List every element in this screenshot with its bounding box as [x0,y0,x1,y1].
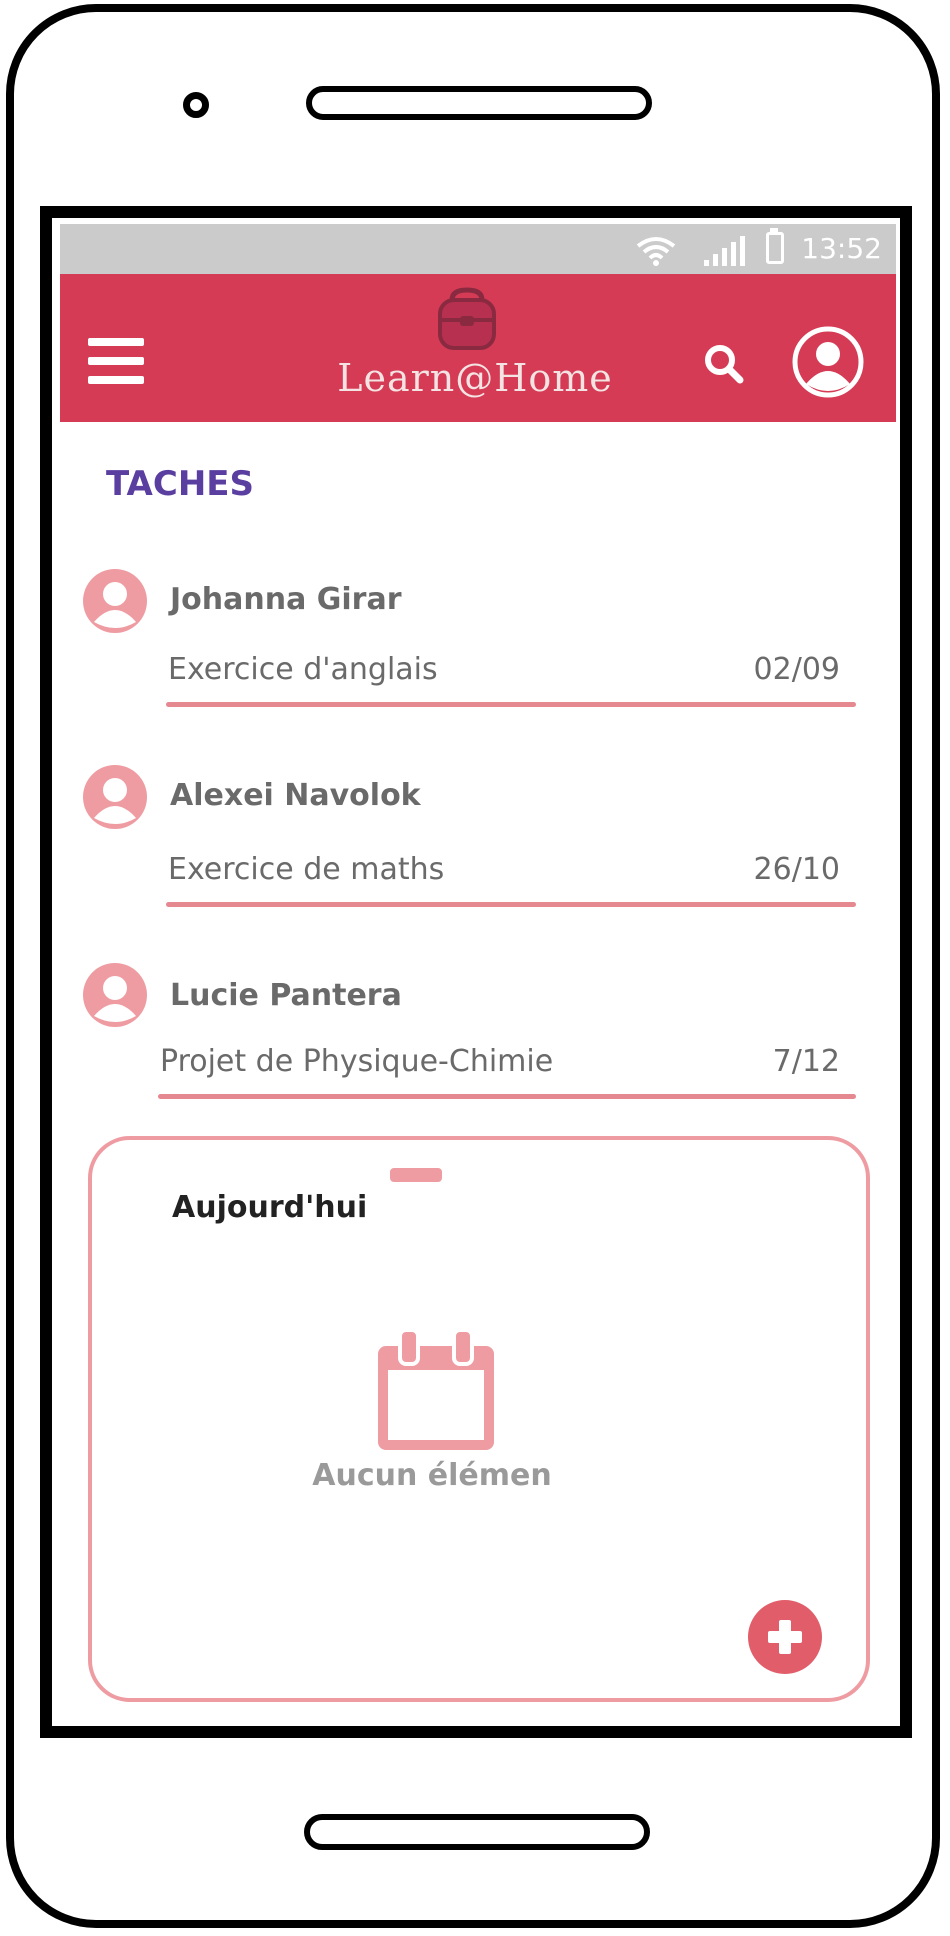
task-label: Exercice de maths [168,852,445,887]
task-student-name: Johanna Girar [170,582,402,617]
task-date: 26/10 [753,852,840,887]
earpiece-speaker [306,86,652,120]
today-title: Aujourd'hui [172,1190,368,1225]
section-title: TACHES [106,464,254,504]
task-divider [158,1094,856,1099]
add-icon-vertical [779,1620,791,1654]
task-student-name: Alexei Navolok [170,778,421,813]
status-time: 13:52 [801,232,882,265]
status-bar: 13:52 [60,224,896,274]
app-screen: 13:52 Learn@Home TACHES Johanna Girar Ex… [52,218,900,1726]
bottom-speaker [304,1814,650,1850]
task-divider [166,902,856,907]
menu-icon[interactable] [88,338,144,384]
avatar-icon [83,963,147,1027]
task-label: Exercice d'anglais [168,652,438,687]
empty-state-text: Aucun élémen [312,1458,552,1493]
task-divider [166,702,856,707]
avatar-icon [83,765,147,829]
avatar-icon [83,569,147,633]
app-title: Learn@Home [337,356,613,400]
add-button[interactable] [748,1600,822,1674]
search-icon[interactable] [700,340,748,388]
task-date: 7/12 [772,1044,840,1079]
calendar-icon [378,1328,494,1450]
drag-handle[interactable] [390,1168,442,1182]
front-camera [183,92,209,118]
task-student-name: Lucie Pantera [170,978,402,1013]
task-date: 02/09 [753,652,840,687]
task-label: Projet de Physique-Chimie [160,1044,554,1079]
battery-icon [766,232,784,264]
signal-icon [704,236,745,266]
backpack-logo-icon [438,287,496,350]
wifi-icon [636,237,676,266]
app-bar: Learn@Home [60,274,896,422]
profile-icon[interactable] [790,324,866,400]
